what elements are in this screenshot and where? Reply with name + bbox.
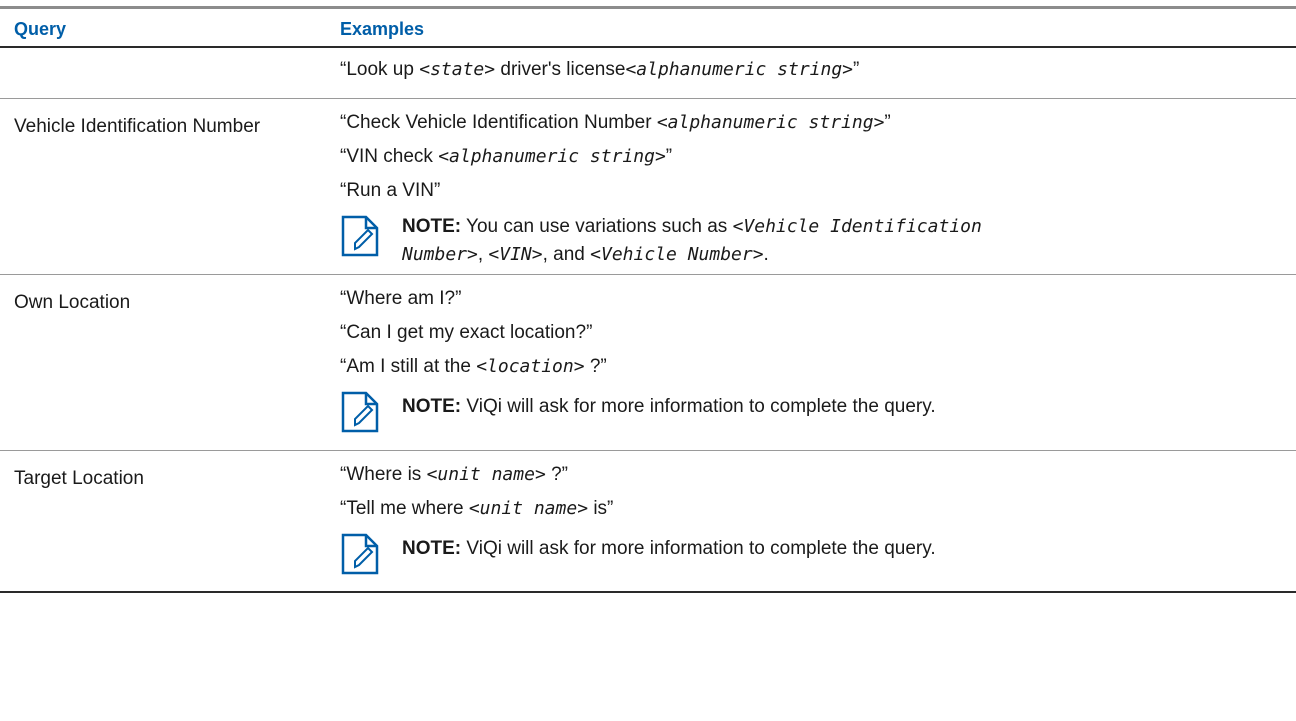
example-text: “Am I still at the <location> ?”: [340, 356, 607, 377]
example-text: “Tell me where <unit name> is”: [340, 498, 614, 519]
header-examples: Examples: [340, 19, 425, 39]
table-header: Query Examples: [0, 6, 1296, 48]
query-examples-table: Query Examples “Look up <state> driver's…: [0, 6, 1296, 593]
note-icon: [341, 533, 379, 575]
header-query: Query: [14, 19, 67, 39]
note-icon: [341, 215, 379, 257]
table-row: “Look up <state> driver's license<alphan…: [0, 48, 1296, 99]
example-text: “Look up <state> driver's license<alphan…: [340, 59, 860, 80]
note-icon: [341, 391, 379, 433]
table-row: Target Location “Where is <unit name> ?”…: [0, 451, 1296, 593]
example-text: “Where am I?”: [340, 288, 462, 309]
note-text: NOTE: ViQi will ask for more information…: [402, 396, 936, 417]
table-row: Vehicle Identification Number “Check Veh…: [0, 99, 1296, 275]
note-text: NOTE: You can use variations such as <Ve…: [402, 216, 982, 265]
example-text: “Can I get my exact location?”: [340, 322, 593, 343]
note-text: NOTE: ViQi will ask for more information…: [402, 538, 936, 559]
example-text: “Check Vehicle Identification Number <al…: [340, 112, 891, 133]
example-text: “VIN check <alphanumeric string>”: [340, 146, 673, 167]
table-row: Own Location “Where am I?” “Can I get my…: [0, 275, 1296, 451]
example-text: “Where is <unit name> ?”: [340, 464, 568, 485]
query-name: Target Location: [14, 468, 144, 489]
query-name: Vehicle Identification Number: [14, 116, 261, 137]
query-name: Own Location: [14, 292, 131, 313]
example-text: “Run a VIN”: [340, 180, 441, 201]
